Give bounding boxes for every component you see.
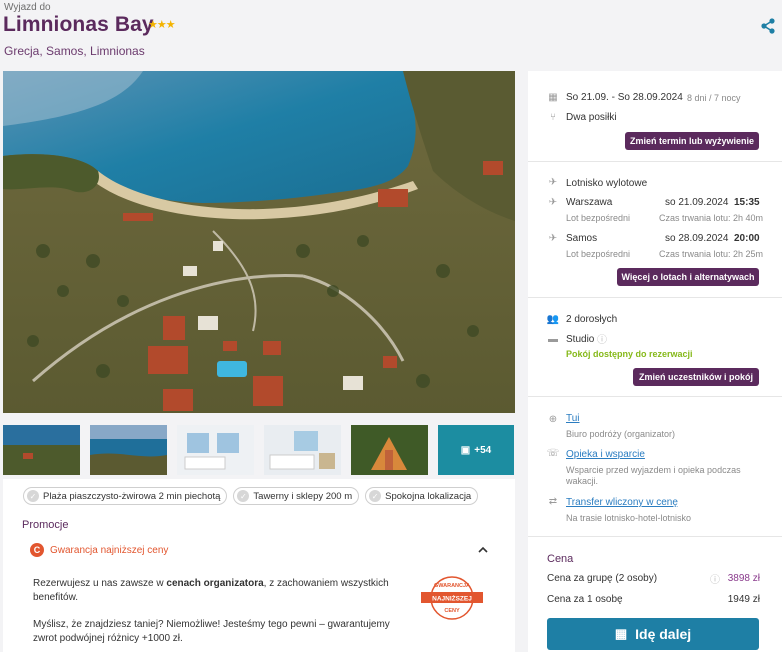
- details-card: ✓ Plaża piaszczysto-żwirowa 2 min piechot…: [3, 479, 515, 652]
- guarantee-toggle[interactable]: C Gwarancja najniższej ceny: [30, 543, 168, 557]
- return-date: so 28.09.2024: [665, 233, 729, 244]
- gallery-icon: ▣: [460, 444, 471, 456]
- feature-chip: ✓ Spokojna lokalizacja: [365, 487, 479, 505]
- dates-section: ▦ So 21.09. - So 28.09.2024 8 dni / 7 no…: [528, 71, 782, 162]
- guests-section: 👥 2 dorosłych ▬ Studio ⓘ Pokój dostępny …: [528, 298, 782, 397]
- info-icon[interactable]: ⓘ: [596, 332, 608, 346]
- organizer-desc: Biuro podróży (organizator): [566, 429, 676, 439]
- chevron-up-icon[interactable]: [476, 543, 490, 557]
- svg-text:CENY: CENY: [444, 608, 460, 614]
- more-photos-button[interactable]: ▣ +54: [438, 425, 514, 475]
- care-desc: Wsparcie przed wyjazdem i opieka podczas…: [566, 465, 741, 486]
- airport-heading: Lotnisko wylotowe: [566, 178, 648, 189]
- check-icon: ✓: [237, 490, 250, 502]
- feature-chip: ✓ Plaża piaszczysto-żwirowa 2 min piechot…: [23, 487, 228, 505]
- plane-icon: ✈: [548, 176, 558, 188]
- group-price: 3898 zł: [727, 573, 760, 584]
- feature-chips: ✓ Plaża piaszczysto-żwirowa 2 min piechot…: [23, 487, 479, 505]
- outbound-type: Lot bezpośredni: [566, 213, 631, 223]
- promotions-heading: Promocje: [22, 519, 69, 531]
- info-icon[interactable]: ⓘ: [709, 572, 721, 586]
- price-heading: Cena: [547, 553, 574, 565]
- change-guests-button[interactable]: Zmień uczestników i pokój: [633, 368, 759, 386]
- page-subtitle: Wyjazd do: [4, 2, 51, 13]
- departure-plane-icon: ✈: [548, 196, 558, 208]
- support-icon: ☏: [546, 447, 560, 459]
- care-link[interactable]: Opieka i wsparcie: [566, 449, 645, 460]
- return-time: 20:00: [734, 233, 760, 244]
- hotel-location: Grecja, Samos, Limnionas: [4, 44, 145, 58]
- thumbnail-photo[interactable]: [264, 425, 341, 475]
- outbound-date: so 21.09.2024: [665, 197, 729, 208]
- guests-count: 2 dorosłych: [566, 314, 618, 325]
- return-plane-icon: ✈: [548, 232, 558, 244]
- calendar-icon: ▦: [614, 626, 628, 641]
- room-type: Studio: [566, 334, 595, 345]
- svg-text:NAJNIŻSZEJ: NAJNIŻSZEJ: [432, 595, 472, 603]
- flights-section: ✈ Lotnisko wylotowe ✈ Warszawa so 21.09.…: [528, 162, 782, 298]
- check-icon: ✓: [369, 490, 382, 502]
- promo-text-1: Rezerwujesz u nas zawsze w cenach organi…: [33, 578, 389, 603]
- people-icon: 👥: [546, 313, 560, 325]
- return-duration: Czas trwania lotu: 2h 25m: [659, 249, 764, 259]
- thumbnail-photo[interactable]: [90, 425, 167, 475]
- share-icon[interactable]: [760, 18, 776, 34]
- change-term-button[interactable]: Zmień termin lub wyżywienie: [625, 132, 759, 150]
- feature-chip: ✓ Tawerny i sklepy 200 m: [233, 487, 360, 505]
- flights-more-button[interactable]: Więcej o lotach i alternatywach: [617, 268, 759, 286]
- group-price-label: Cena za grupę (2 osoby): [547, 573, 658, 584]
- trip-duration: 8 dni / 7 nocy: [687, 93, 741, 103]
- services-section: ⊕ Tui Biuro podróży (organizator) ☏ Opie…: [528, 397, 782, 537]
- bed-icon: ▬: [548, 333, 558, 345]
- outbound-duration: Czas trwania lotu: 2h 40m: [659, 213, 764, 223]
- check-icon: ✓: [27, 490, 39, 502]
- return-type: Lot bezpośredni: [566, 249, 631, 259]
- transfer-link[interactable]: Transfer wliczony w cenę: [566, 497, 678, 508]
- outbound-time: 15:35: [734, 197, 760, 208]
- guarantee-icon: C: [30, 543, 44, 557]
- photo-thumbnails: ▣ +54: [3, 425, 517, 475]
- person-price: 1949 zł: [727, 594, 760, 605]
- trip-dates: So 21.09. - So 28.09.2024: [566, 92, 683, 103]
- promo-text-2: Myślisz, że znajdziesz taniej? Niemożliw…: [33, 619, 390, 644]
- meal-icon: ⑂: [550, 111, 556, 123]
- person-price-label: Cena za 1 osobę: [547, 594, 623, 605]
- calendar-icon: ▦: [548, 91, 558, 103]
- thumbnail-photo[interactable]: [177, 425, 254, 475]
- hotel-title: Limnionas Bay: [3, 13, 154, 36]
- thumbnail-photo[interactable]: [351, 425, 428, 475]
- outbound-city: Warszawa: [566, 197, 613, 208]
- board-type: Dwa posiłki: [566, 112, 617, 123]
- organizer-link[interactable]: Tui: [566, 413, 580, 424]
- booking-summary-card: ▦ So 21.09. - So 28.09.2024 8 dni / 7 no…: [528, 71, 782, 652]
- globe-icon: ⊕: [548, 413, 558, 425]
- lowest-price-badge: GWARANCJA NAJNIŻSZEJ CENY: [419, 575, 485, 621]
- star-rating: ★★★: [148, 19, 176, 31]
- main-hotel-photo[interactable]: [3, 71, 515, 413]
- transfer-desc: Na trasie lotnisko-hotel-lotnisko: [566, 513, 692, 523]
- transfer-icon: ⇄: [548, 495, 558, 507]
- return-city: Samos: [566, 233, 598, 244]
- continue-button[interactable]: ▦ Idę dalej: [547, 618, 759, 650]
- room-availability: Pokój dostępny do rezerwacji: [566, 349, 693, 359]
- guarantee-label: Gwarancja najniższej ceny: [50, 544, 169, 556]
- thumbnail-photo[interactable]: [3, 425, 80, 475]
- svg-text:GWARANCJA: GWARANCJA: [434, 583, 470, 589]
